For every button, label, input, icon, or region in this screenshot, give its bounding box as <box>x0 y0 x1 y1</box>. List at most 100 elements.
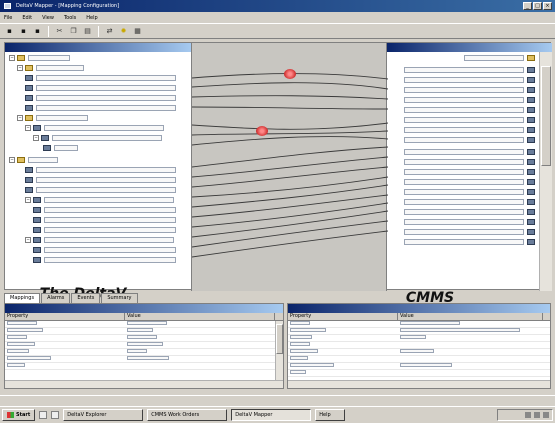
maximize-button[interactable]: □ <box>533 2 542 10</box>
tray-icon[interactable] <box>525 412 531 418</box>
tree-node[interactable] <box>404 86 535 94</box>
tree-node[interactable] <box>33 256 176 264</box>
tree-node[interactable] <box>404 238 535 246</box>
tree-node[interactable] <box>25 186 176 194</box>
tree-node[interactable] <box>25 104 176 112</box>
collapse-icon[interactable]: − <box>9 55 15 61</box>
tray-icon[interactable] <box>543 412 549 418</box>
mapping-point-icon[interactable] <box>284 69 296 79</box>
column-header[interactable]: Value <box>398 313 543 320</box>
menu-tools[interactable]: Tools <box>64 15 76 21</box>
tree-node[interactable] <box>43 144 78 152</box>
tree-node[interactable] <box>33 246 176 254</box>
tree-node[interactable] <box>25 176 176 184</box>
table-row[interactable] <box>5 342 283 349</box>
save-icon[interactable]: ▪ <box>32 26 43 37</box>
menu-file[interactable]: File <box>4 15 12 21</box>
table-row[interactable] <box>288 356 550 363</box>
tree-node[interactable] <box>404 228 535 236</box>
taskbar-item[interactable]: Help <box>315 409 346 421</box>
copy-icon[interactable]: ❐ <box>68 26 79 37</box>
tray-icon[interactable] <box>534 412 540 418</box>
collapse-icon[interactable]: − <box>33 135 39 141</box>
collapse-icon[interactable]: − <box>9 157 15 163</box>
tree-node[interactable] <box>464 54 535 62</box>
table-row[interactable] <box>288 370 550 377</box>
lightbulb-icon[interactable]: ✹ <box>118 26 129 37</box>
table-row[interactable] <box>5 335 283 342</box>
menu-edit[interactable]: Edit <box>22 15 32 21</box>
tree-node[interactable]: − <box>33 134 162 142</box>
properties-icon[interactable]: ▦ <box>132 26 143 37</box>
tree-node[interactable] <box>25 74 176 82</box>
column-header[interactable]: Value <box>125 313 275 320</box>
tree-node[interactable] <box>33 216 176 224</box>
tree-node[interactable] <box>33 226 176 234</box>
map-icon[interactable]: ⇄ <box>104 26 115 37</box>
tree-node[interactable] <box>404 116 535 124</box>
grid-hscrollbar[interactable] <box>288 380 550 388</box>
collapse-icon[interactable]: − <box>17 65 23 71</box>
taskbar-item[interactable]: DeltaV Explorer <box>63 409 144 421</box>
tree-node[interactable] <box>25 84 176 92</box>
collapse-icon[interactable]: − <box>25 125 31 131</box>
tree-node[interactable] <box>404 76 535 84</box>
cut-icon[interactable]: ✂ <box>54 26 65 37</box>
cmms-scrollbar[interactable] <box>539 52 552 291</box>
taskbar-item[interactable]: CMMS Work Orders <box>147 409 228 421</box>
tree-node[interactable]: − <box>17 114 88 122</box>
table-row[interactable] <box>288 342 550 349</box>
table-row[interactable] <box>288 349 550 356</box>
grid-scrollbar[interactable] <box>275 321 283 380</box>
tree-node[interactable] <box>404 136 535 144</box>
tree-node[interactable]: − <box>9 54 70 62</box>
mapping-point-icon[interactable] <box>256 126 268 136</box>
tree-node[interactable] <box>404 66 535 74</box>
tree-node[interactable] <box>404 96 535 104</box>
new-icon[interactable]: ▪ <box>4 26 15 37</box>
collapse-icon[interactable]: − <box>25 237 31 243</box>
collapse-icon[interactable]: − <box>17 115 23 121</box>
tree-node[interactable] <box>404 178 535 186</box>
table-row[interactable] <box>5 328 283 335</box>
tree-node[interactable]: − <box>25 236 174 244</box>
table-row[interactable] <box>288 335 550 342</box>
quick-launch-icon[interactable] <box>51 411 60 419</box>
close-button[interactable]: × <box>543 2 552 10</box>
tree-node[interactable]: − <box>25 124 164 132</box>
tab-events[interactable]: Events <box>71 293 101 303</box>
scrollbar-thumb[interactable] <box>541 66 551 166</box>
tree-node[interactable] <box>404 188 535 196</box>
table-row[interactable] <box>5 363 283 370</box>
tree-node[interactable] <box>404 218 535 226</box>
table-row[interactable] <box>5 321 283 328</box>
menu-help[interactable]: Help <box>86 15 97 21</box>
table-row[interactable] <box>288 363 550 370</box>
tree-node[interactable] <box>25 166 176 174</box>
tree-node[interactable]: − <box>25 196 174 204</box>
open-icon[interactable]: ▪ <box>18 26 29 37</box>
grid-hscrollbar[interactable] <box>5 380 283 388</box>
tree-node[interactable] <box>25 94 176 102</box>
tab-alarms[interactable]: Alarms <box>41 293 71 303</box>
start-button[interactable]: Start <box>2 409 36 421</box>
minimize-button[interactable]: _ <box>523 2 532 10</box>
menu-view[interactable]: View <box>42 15 54 21</box>
table-row[interactable] <box>288 328 550 335</box>
paste-icon[interactable]: ▤ <box>82 26 93 37</box>
tree-node[interactable] <box>404 168 535 176</box>
column-header[interactable]: Property <box>5 313 125 320</box>
tree-node[interactable] <box>404 126 535 134</box>
table-row[interactable] <box>288 321 550 328</box>
tree-node[interactable] <box>404 198 535 206</box>
collapse-icon[interactable]: − <box>25 197 31 203</box>
tree-node[interactable] <box>404 148 535 156</box>
tree-node[interactable]: − <box>17 64 84 72</box>
tab-summary[interactable]: Summary <box>101 293 138 303</box>
column-header[interactable]: Property <box>288 313 398 320</box>
scrollbar-thumb[interactable] <box>276 324 283 354</box>
tree-node[interactable] <box>404 106 535 114</box>
tab-mappings[interactable]: Mappings <box>4 293 41 303</box>
tree-node[interactable] <box>33 206 176 214</box>
quick-launch-icon[interactable] <box>39 411 48 419</box>
